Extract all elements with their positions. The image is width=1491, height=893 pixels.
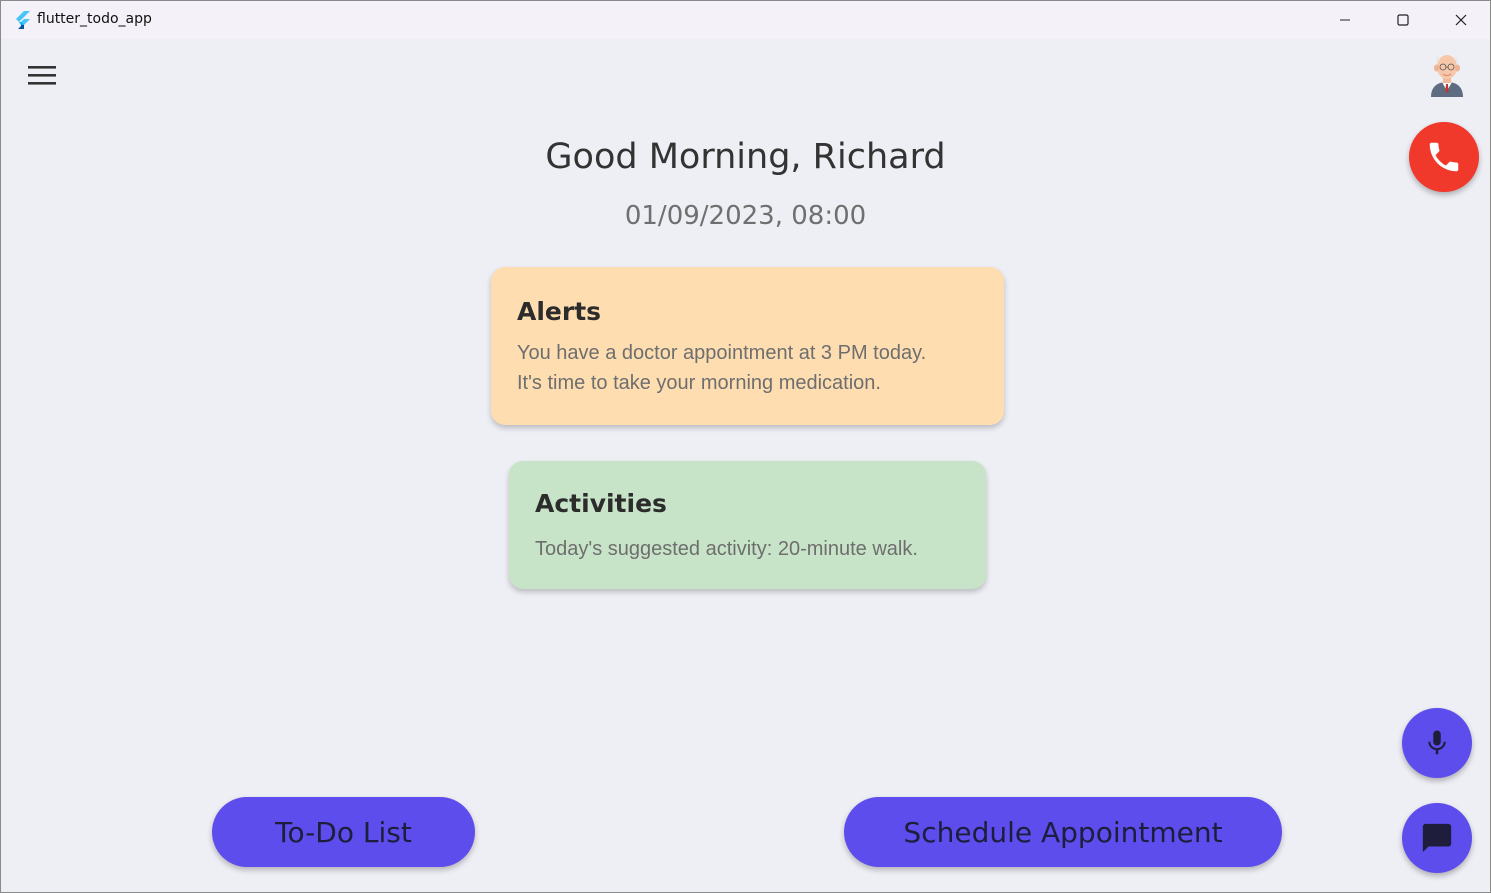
greeting-text: Good Morning, Richard [545,137,946,177]
window-title: flutter_todo_app [37,11,152,27]
alerts-title: Alerts [517,297,602,326]
title-bar: flutter_todo_app [1,1,1490,39]
elderly-man-avatar-icon [1431,55,1463,97]
close-button[interactable] [1432,1,1490,39]
mic-icon [1428,730,1446,755]
schedule-appointment-button[interactable]: Schedule Appointment [844,797,1282,867]
maximize-button[interactable] [1374,1,1432,39]
minimize-button[interactable] [1316,1,1374,39]
alert-item: It's time to take your morning medicatio… [517,372,881,394]
activity-item: Today's suggested activity: 20-minute wa… [535,538,918,560]
minimize-icon [1340,19,1350,21]
app-window: flutter_todo_app Good Morning, Richard 0… [0,0,1491,893]
home-screen: Good Morning, Richard 01/09/2023, 08:00 … [1,39,1490,892]
todo-list-button[interactable]: To-Do List [212,797,475,867]
chat-button[interactable] [1402,803,1472,873]
date-time-text: 01/09/2023, 08:00 [624,201,867,231]
alerts-card[interactable]: Alerts You have a doctor appointment at … [491,267,1004,425]
alert-item: You have a doctor appointment at 3 PM to… [517,342,927,364]
maximize-icon [1397,14,1409,26]
close-icon [1455,14,1467,26]
activities-card[interactable]: Activities Today's suggested activity: 2… [509,461,986,589]
chat-icon [1422,823,1452,853]
flutter-logo-icon [16,11,30,29]
menu-icon [28,66,56,85]
menu-button[interactable] [23,59,61,91]
voice-input-button[interactable] [1402,708,1472,778]
activities-title: Activities [535,489,667,518]
user-avatar[interactable] [1425,47,1469,97]
